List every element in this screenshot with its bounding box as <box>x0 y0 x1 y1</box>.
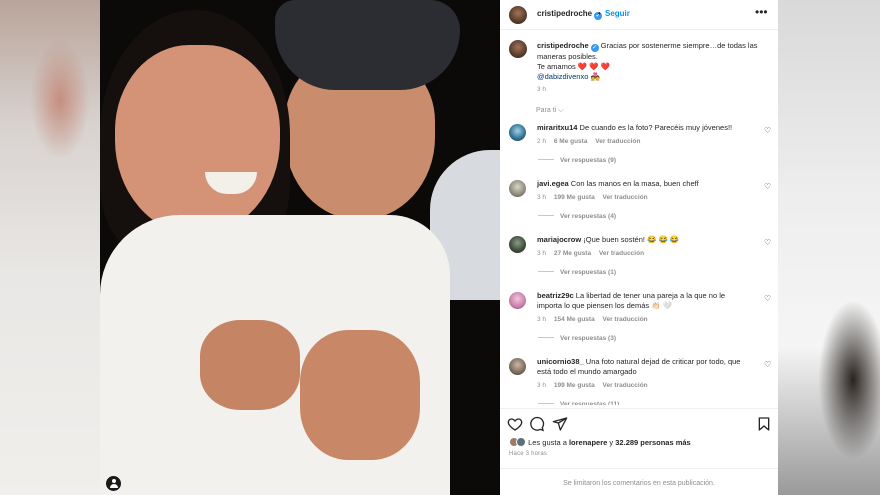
commenter-avatar[interactable] <box>509 292 526 309</box>
translate-link[interactable]: Ver traducción <box>599 250 644 257</box>
comment-username[interactable]: beatriz29c <box>537 291 574 300</box>
caption-hearts: ❤️ ❤️ ❤️ <box>577 62 611 71</box>
comment-meta: 3 h 154 Me gusta Ver traducción <box>537 316 654 323</box>
comment-likes[interactable]: 199 Me gusta <box>554 194 595 201</box>
comment-likes[interactable]: 154 Me gusta <box>554 316 595 323</box>
background-blur-right <box>778 0 880 495</box>
comment-meta: 3 h 199 Me gusta Ver traducción <box>537 382 654 389</box>
photo-hand-left <box>200 320 300 410</box>
comment-like-heart-icon[interactable]: ♡ <box>764 238 771 247</box>
view-replies-button[interactable]: Ver respuestas (9) <box>538 157 616 164</box>
caption-timestamp: 3 h <box>537 86 547 93</box>
caption-username[interactable]: cristipedroche <box>537 41 589 50</box>
more-dots-icon[interactable]: ••• <box>755 5 768 19</box>
comment-like-heart-icon[interactable]: ♡ <box>764 126 771 135</box>
follow-button[interactable]: Seguir <box>605 9 630 18</box>
translate-link[interactable]: Ver traducción <box>595 138 640 145</box>
comment-likes[interactable]: 27 Me gusta <box>554 250 591 257</box>
commenter-avatar[interactable] <box>509 236 526 253</box>
view-replies-button[interactable]: Ver respuestas (4) <box>538 213 616 220</box>
caption-emoji: 💑 <box>590 72 600 81</box>
sort-comments-dropdown[interactable]: Para ti ⌵ <box>536 107 564 115</box>
likes-summary[interactable]: Les gusta a lorenapere y 32.289 personas… <box>509 437 691 449</box>
author-avatar[interactable] <box>509 6 527 24</box>
caption-mention-link[interactable]: @dabizdivenxo <box>537 72 588 81</box>
comment-like-heart-icon[interactable]: ♡ <box>764 360 771 369</box>
comment-meta: 3 h 27 Me gusta Ver traducción <box>537 250 650 257</box>
comment-text: miraritxu14 De cuando es la foto? Parecé… <box>537 123 733 132</box>
view-replies-button[interactable]: Ver respuestas (3) <box>538 335 616 342</box>
paper-plane-icon[interactable] <box>552 416 568 432</box>
translate-link[interactable]: Ver traducción <box>603 194 648 201</box>
post-caption: cristipedroche ✓ Gracias por sostenerme s… <box>537 41 758 81</box>
comment-likes[interactable]: 199 Me gusta <box>554 382 595 389</box>
comments-limited-notice: Se limitaron los comentarios en esta pub… <box>500 468 778 495</box>
comment-username[interactable]: unicornio38_ <box>537 357 584 366</box>
comment-meta: 2 h 6 Me gusta Ver traducción <box>537 138 646 145</box>
comment-username[interactable]: javi.egea <box>537 179 569 188</box>
translate-link[interactable]: Ver traducción <box>603 316 648 323</box>
comment-likes[interactable]: 6 Me gusta <box>554 138 588 145</box>
comment-meta: 3 h 199 Me gusta Ver traducción <box>537 194 654 201</box>
caption-avatar[interactable] <box>509 40 527 58</box>
comment-time: 3 h <box>537 382 547 389</box>
liker-avatar <box>516 437 526 447</box>
comment-username[interactable]: miraritxu14 <box>537 123 577 132</box>
post-header: cristipedroche ✓ • Seguir ••• <box>500 0 778 30</box>
verified-badge-icon: ✓ <box>590 44 599 52</box>
comment-time: 3 h <box>537 316 547 323</box>
comment-time: 3 h <box>537 250 547 257</box>
post-timestamp: Hace 3 horas <box>509 451 548 457</box>
comment-time: 2 h <box>537 138 547 145</box>
view-replies-button[interactable]: Ver respuestas (1) <box>538 269 616 276</box>
translate-link[interactable]: Ver traducción <box>603 382 648 389</box>
author-username[interactable]: cristipedroche ✓ <box>537 9 603 20</box>
separator-dot: • <box>598 9 601 18</box>
view-replies-button[interactable]: Ver respuestas (11) <box>538 401 619 405</box>
bookmark-icon[interactable] <box>756 416 772 432</box>
commenter-avatar[interactable] <box>509 180 526 197</box>
comment-username[interactable]: mariajocrow <box>537 235 581 244</box>
comment-text: unicornio38_ Una foto natural dejad de c… <box>537 357 741 376</box>
comment-time: 3 h <box>537 194 547 201</box>
chevron-down-icon: ⌵ <box>558 107 564 114</box>
photo-beanie-hat <box>275 0 460 90</box>
comment-text: beatriz29c La libertad de tener una pare… <box>537 291 726 310</box>
post-photo[interactable] <box>100 0 500 495</box>
commenter-avatar[interactable] <box>509 124 526 141</box>
commenter-avatar[interactable] <box>509 358 526 375</box>
comment-text: javi.egea Con las manos en la masa, buen… <box>537 179 699 188</box>
post-side-panel: cristipedroche ✓ • Seguir ••• cristipedro… <box>500 0 778 495</box>
heart-outline-icon[interactable] <box>507 416 523 432</box>
post-action-bar <box>500 408 778 438</box>
photo-hand-right <box>300 330 420 460</box>
photo-woman-face <box>115 45 280 235</box>
liker-username[interactable]: lorenapere <box>569 438 607 447</box>
tagged-users-icon[interactable] <box>106 476 121 491</box>
comment-bubble-icon[interactable] <box>529 416 545 432</box>
background-blur-left <box>0 0 100 495</box>
likes-count[interactable]: 32.289 personas más <box>615 438 690 447</box>
comment-like-heart-icon[interactable]: ♡ <box>764 182 771 191</box>
comment-text: mariajocrow ¡Que buen sostén! 😂 😂 😂 <box>537 235 680 244</box>
comment-like-heart-icon[interactable]: ♡ <box>764 294 771 303</box>
